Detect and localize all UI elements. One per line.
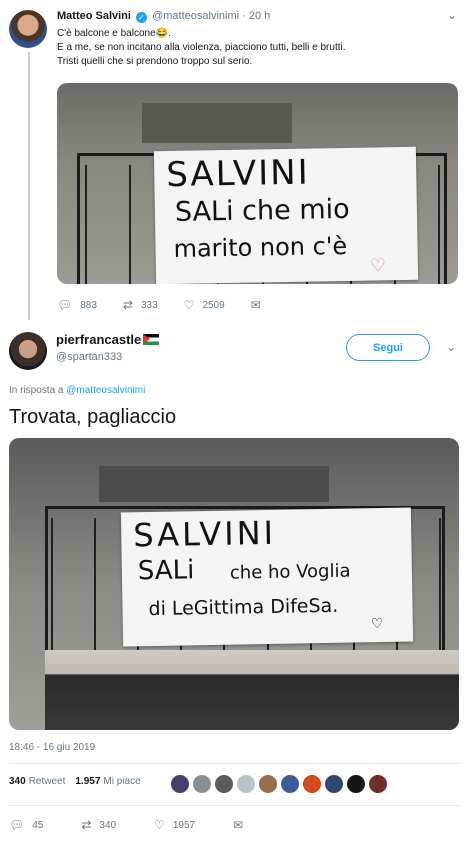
retweet-stat-label: Retweet	[28, 776, 66, 787]
divider	[9, 763, 461, 764]
reply-icon: 💬︎	[57, 298, 73, 312]
like-stat-count: 1.957	[75, 776, 101, 787]
reply-count: 883	[80, 299, 97, 311]
tweet-photo[interactable]: SALVINI SALi che ho Voglia di LeGittima …	[9, 438, 459, 730]
like-stat-label: Mi piace	[103, 776, 141, 787]
follow-button[interactable]: Segui	[346, 334, 430, 361]
avatar[interactable]	[9, 10, 47, 48]
like-count: 1957	[172, 819, 196, 831]
reply-count: 45	[32, 819, 44, 831]
message-button[interactable]: ✉	[233, 818, 251, 832]
like-count: 2509	[202, 299, 225, 311]
author-name[interactable]: pierfrancastle	[56, 332, 141, 347]
reply-prefix: In risposta a	[9, 385, 64, 396]
banner-line: che ho Voglia	[229, 560, 351, 584]
palestine-flag-icon	[143, 334, 160, 345]
message-icon: ✉	[250, 298, 261, 312]
retweet-count: 340	[99, 819, 117, 831]
banner-line: SALVINI	[165, 152, 311, 196]
heart-drawing-icon: ♡	[369, 255, 387, 277]
balcony-ledge	[45, 650, 459, 730]
liker-avatar[interactable]	[324, 774, 344, 794]
liker-avatars	[170, 774, 390, 794]
heart-icon: ♡	[154, 818, 165, 832]
reply-to-link[interactable]: @matteosalvinimi	[66, 385, 145, 396]
chevron-down-icon[interactable]: ⌄	[446, 340, 456, 354]
banner: SALVINI SALi che ho Voglia di LeGittima …	[120, 507, 414, 647]
author-name[interactable]: Matteo Salvini	[57, 10, 131, 22]
banner-line: di LeGittima DifeSa.	[148, 594, 339, 621]
tweet-time[interactable]: 20 h	[249, 10, 270, 22]
engagement-stats: 340 Retweet 1.957 Mi piace	[9, 776, 151, 787]
banner-line: SALi che mio	[174, 193, 350, 228]
liker-avatar[interactable]	[258, 774, 278, 794]
tweet-text-line: C'è balcone e balcone😂.	[57, 28, 171, 39]
liker-avatar[interactable]	[346, 774, 366, 794]
window-frame	[99, 466, 329, 502]
original-tweet[interactable]: Matteo Salvini ✓ @matteosalvinimi · 20 h…	[0, 0, 471, 322]
reply-context: In risposta a @matteosalvinimi	[9, 385, 145, 396]
tweet-photo[interactable]: SALVINI SALi che mio marito non c'è ♡	[57, 83, 458, 284]
retweet-button[interactable]: ⇄ 340	[81, 818, 116, 832]
liker-avatar[interactable]	[302, 774, 322, 794]
retweet-icon: ⇄	[81, 818, 92, 832]
retweet-button[interactable]: ⇄ 333	[123, 298, 158, 312]
window-frame	[142, 103, 292, 143]
message-icon: ✉	[233, 818, 244, 832]
reply-button[interactable]: 💬︎ 45	[9, 818, 43, 832]
liker-avatar[interactable]	[280, 774, 300, 794]
liker-avatar[interactable]	[236, 774, 256, 794]
reply-button[interactable]: 💬︎ 883	[57, 298, 97, 312]
divider	[9, 805, 461, 806]
banner-line: SALVINI	[132, 513, 277, 555]
retweet-count: 333	[140, 299, 158, 311]
message-button[interactable]: ✉	[251, 298, 269, 312]
retweet-stat-count: 340	[9, 776, 26, 787]
heart-drawing-icon: ♡	[370, 615, 384, 633]
retweet-icon: ⇄	[122, 298, 133, 312]
tweet-header: Matteo Salvini ✓ @matteosalvinimi · 20 h	[57, 10, 270, 23]
banner-line: marito non c'è	[173, 231, 348, 263]
avatar[interactable]	[9, 332, 47, 370]
banner: SALVINI SALi che mio marito non c'è ♡	[153, 146, 419, 284]
chevron-down-icon[interactable]: ⌄	[447, 8, 457, 22]
liker-avatar[interactable]	[214, 774, 234, 794]
verified-icon: ✓	[136, 12, 148, 23]
like-stat[interactable]: 1.957 Mi piace	[75, 776, 140, 787]
reply-tweet[interactable]: pierfrancastle @spartan333 Segui ⌄ In ri…	[0, 322, 471, 847]
tweet-actions: 💬︎ 45 ⇄ 340 ♡ 1957 ✉	[9, 818, 289, 832]
liker-avatar[interactable]	[368, 774, 388, 794]
author-name-row: pierfrancastle	[56, 332, 160, 347]
tweet-text-line: Tristi quelli che si prendono troppo sul…	[57, 56, 253, 67]
author-handle[interactable]: @matteosalvinimi	[152, 10, 239, 22]
author-handle[interactable]: @spartan333	[56, 351, 122, 363]
retweet-stat[interactable]: 340 Retweet	[9, 776, 65, 787]
reply-icon: 💬︎	[9, 818, 25, 832]
banner-line: SALi	[137, 555, 195, 587]
like-button[interactable]: ♡ 1957	[154, 818, 195, 832]
heart-icon: ♡	[183, 298, 195, 312]
tweet-text: Trovata, pagliaccio	[9, 406, 177, 428]
tweet-text-line: E a me, se non incitano alla violenza, p…	[57, 42, 346, 53]
separator: ·	[242, 10, 246, 22]
liker-avatar[interactable]	[170, 774, 190, 794]
tweet-timestamp[interactable]: 18:46 - 16 giu 2019	[9, 742, 95, 753]
like-button[interactable]: ♡ 2509	[184, 298, 225, 312]
tweet-actions: 💬︎ 883 ⇄ 333 ♡ 2509 ✉	[57, 298, 295, 312]
liker-avatar[interactable]	[192, 774, 212, 794]
tweet-text: C'è balcone e balcone😂. E a me, se non i…	[57, 27, 457, 69]
